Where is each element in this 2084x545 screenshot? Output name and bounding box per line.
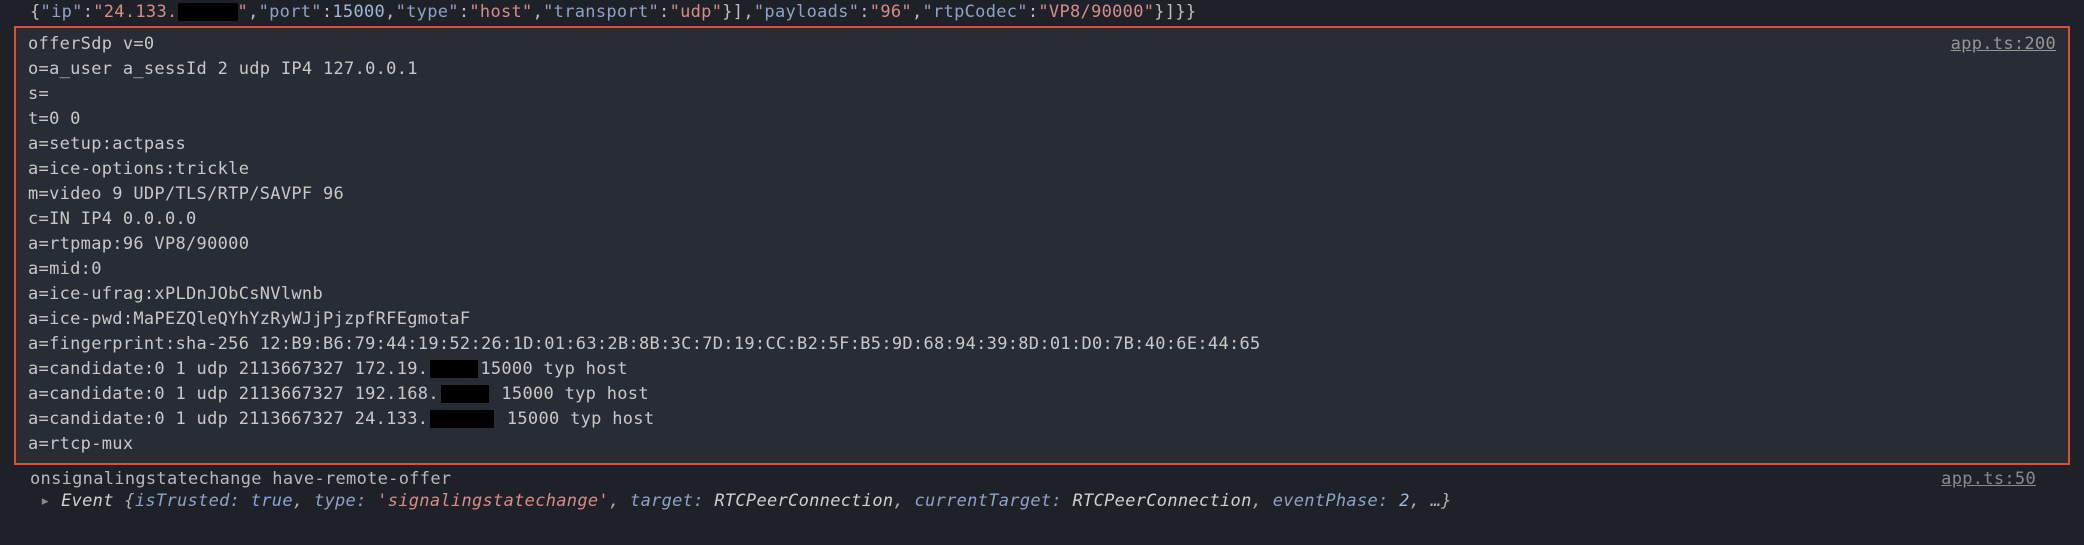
sdp-candidate-2: a=candidate:0 1 udp 2113667327 192.168. … <box>28 382 2056 407</box>
console-output: {"ip":"24.133.","port":15000,"type":"hos… <box>0 0 2084 511</box>
json-val-ip: "24.133. <box>93 2 177 22</box>
json-val-rtpcodec: "VP8/90000" <box>1038 2 1154 22</box>
sdp-setup-line: a=setup:actpass <box>28 132 2056 157</box>
redacted-ip <box>430 360 478 378</box>
event-object-line[interactable]: ▸ Event {isTrusted: true, type: 'signali… <box>0 491 2084 511</box>
json-val-payloads: "96" <box>870 2 912 22</box>
sdp-offer-header: offerSdp v=0 <box>28 32 2056 57</box>
sdp-c-line: c=IN IP4 0.0.0.0 <box>28 207 2056 232</box>
json-key-type: "type" <box>396 2 459 22</box>
json-key-rtpcodec: "rtpCodec" <box>922 2 1027 22</box>
prop-type: type: <box>314 491 377 511</box>
expand-arrow-icon[interactable]: ▸ <box>40 491 61 511</box>
sdp-o-line: o=a_user a_sessId 2 udp IP4 127.0.0.1 <box>28 57 2056 82</box>
highlighted-log-block: app.ts:200 offerSdp v=0 o=a_user a_sessI… <box>14 26 2070 465</box>
prop-eventphase: eventPhase: <box>1273 491 1399 511</box>
sdp-rtpmap-line: a=rtpmap:96 VP8/90000 <box>28 232 2056 257</box>
sdp-candidate-1: a=candidate:0 1 udp 2113667327 172.19.15… <box>28 357 2056 382</box>
sdp-ufrag-line: a=ice-ufrag:xPLDnJObCsNVlwnb <box>28 282 2056 307</box>
source-link[interactable]: app.ts:50 <box>1941 469 2036 489</box>
redacted-ip <box>178 3 238 21</box>
prop-istrusted: isTrusted: <box>135 491 251 511</box>
redacted-ip <box>441 385 489 403</box>
sdp-rtcpmux-line: a=rtcp-mux <box>28 432 2056 457</box>
redacted-ip <box>430 410 494 428</box>
sdp-s-line: s= <box>28 82 2056 107</box>
sdp-fingerprint-line: a=fingerprint:sha-256 12:B9:B6:79:44:19:… <box>28 332 2056 357</box>
sdp-pwd-line: a=ice-pwd:MaPEZQleQYhYzRyWJjPjzpfRFEgmot… <box>28 307 2056 332</box>
signaling-state-line: onsignalingstatechange have-remote-offer… <box>0 467 2084 491</box>
sdp-m-line: m=video 9 UDP/TLS/RTP/SAVPF 96 <box>28 182 2056 207</box>
json-key-payloads: "payloads" <box>754 2 859 22</box>
sdp-t-line: t=0 0 <box>28 107 2056 132</box>
source-link[interactable]: app.ts:200 <box>1951 34 2056 54</box>
event-class: Event <box>61 491 124 511</box>
sdp-mid-line: a=mid:0 <box>28 257 2056 282</box>
json-val-type: "host" <box>469 2 532 22</box>
json-val-transport: "udp" <box>670 2 723 22</box>
sdp-iceoptions-line: a=ice-options:trickle <box>28 157 2056 182</box>
json-key-transport: "transport" <box>543 2 659 22</box>
json-log-line: {"ip":"24.133.","port":15000,"type":"hos… <box>0 0 2084 24</box>
json-key-port: "port" <box>259 2 322 22</box>
json-key-ip: "ip" <box>41 2 83 22</box>
prop-currenttarget: currentTarget: <box>914 491 1072 511</box>
json-val-port: 15000 <box>332 2 385 22</box>
brace: { <box>30 2 41 22</box>
sdp-candidate-3: a=candidate:0 1 udp 2113667327 24.133. 1… <box>28 407 2056 432</box>
prop-target: target: <box>630 491 714 511</box>
